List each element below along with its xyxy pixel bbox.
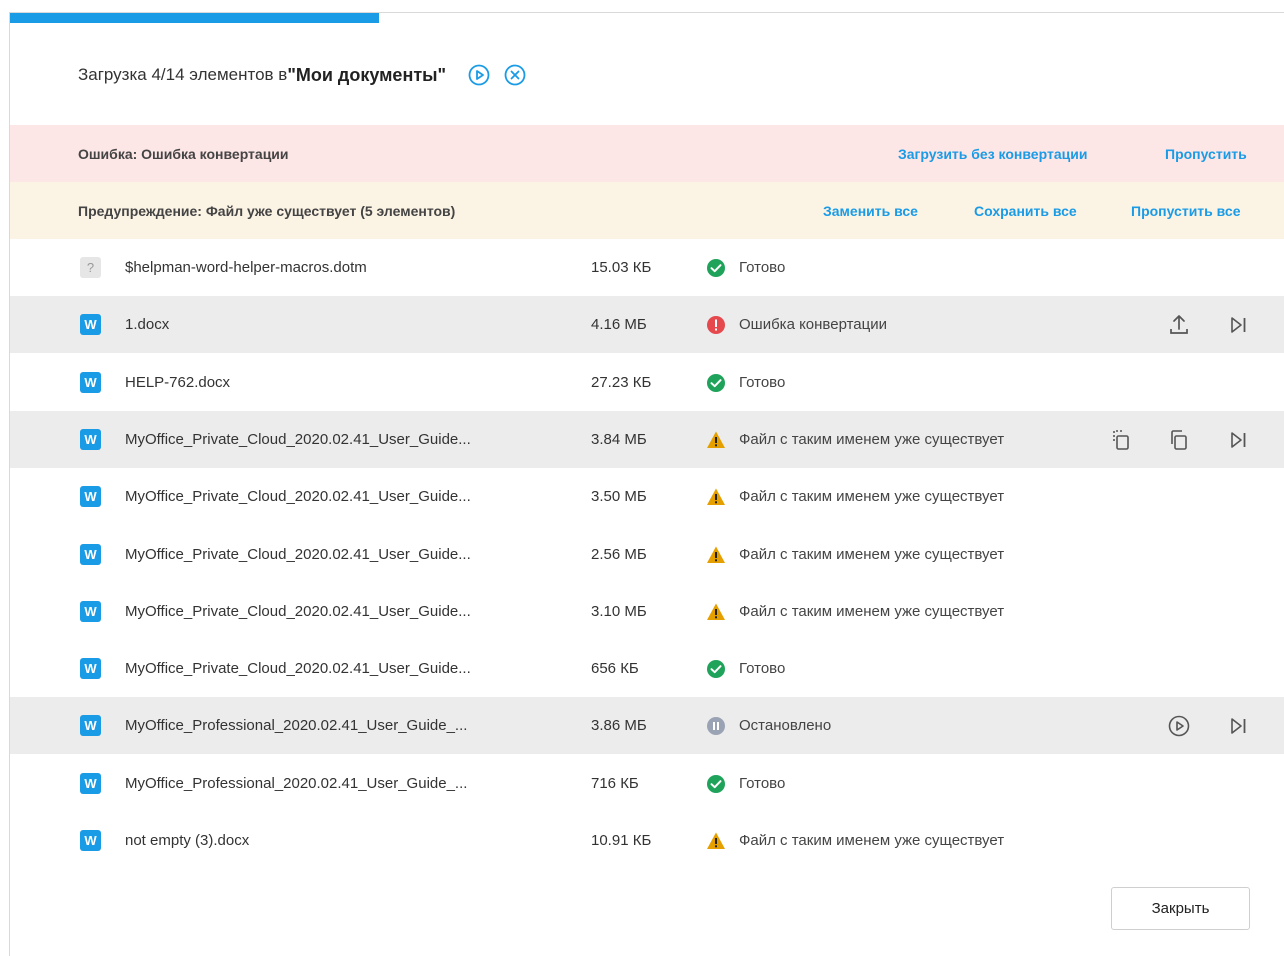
copy-icon[interactable] (1166, 427, 1192, 453)
word-document-icon: W (80, 600, 101, 622)
close-button[interactable]: Закрыть (1111, 887, 1250, 930)
word-document-icon: W (80, 486, 101, 508)
file-size: 3.10 МБ (591, 602, 647, 620)
status-warning-icon (706, 487, 726, 507)
file-row: Wnot empty (3).docx 10.91 КБ Файл с таким … (10, 812, 1284, 869)
upload-icon[interactable] (1166, 312, 1192, 338)
keep-all-link[interactable]: Сохранить все (974, 203, 1077, 219)
file-size: 2.56 МБ (591, 545, 647, 563)
file-size: 3.50 МБ (591, 488, 647, 506)
status-ok-icon (706, 258, 726, 278)
error-banner: Ошибка: Ошибка конвертации Загрузить без… (10, 125, 1284, 182)
file-size: 716 КБ (591, 774, 639, 792)
file-row: ? $helpman-word-helper-macros.dotm 15.03 К… (10, 239, 1284, 296)
skip-icon[interactable] (1225, 427, 1251, 453)
file-name: 1.docx (125, 316, 170, 334)
file-name: MyOffice_Private_Cloud_2020.02.41_User_G… (125, 545, 471, 563)
warning-banner: Предупреждение: Файл уже существует (5 э… (10, 182, 1284, 239)
status-ok-icon (706, 659, 726, 679)
file-row: W MyOffice_Professional_2020.02.41_User_G… (10, 697, 1284, 755)
play-icon[interactable] (1166, 713, 1192, 739)
replace-icon[interactable] (1108, 427, 1134, 453)
file-size: 3.84 МБ (591, 430, 647, 448)
file-size: 3.86 МБ (591, 717, 647, 735)
file-status: Готово (739, 774, 786, 792)
file-size: 27.23 КБ (591, 373, 652, 391)
word-document-icon: W (80, 428, 101, 450)
file-status: Остановлено (739, 717, 832, 735)
file-row: W MyOffice_Private_Cloud_2020.02.41_User_… (10, 526, 1284, 583)
file-row: W HELP-762.docx 27.23 КБ Готово (10, 354, 1284, 411)
status-warning-icon (706, 430, 726, 450)
file-status: Файл с таким именем уже существует (739, 488, 1005, 506)
file-name: MyOffice_Private_Cloud_2020.02.41_User_G… (125, 602, 471, 620)
file-name: MyOffice_Private_Cloud_2020.02.41_User_G… (125, 660, 471, 678)
file-status: Готово (739, 660, 786, 678)
status-error-icon (706, 315, 726, 335)
word-document-icon: W (80, 658, 101, 680)
status-paused-icon (706, 716, 726, 736)
skip-icon[interactable] (1225, 713, 1251, 739)
replace-all-link[interactable]: Заменить все (823, 203, 918, 219)
file-status: Файл с таким именем уже существует (739, 602, 1005, 620)
word-document-icon: W (80, 371, 101, 393)
file-row: W MyOffice_Private_Cloud_2020.02.41_User_… (10, 640, 1284, 697)
file-row: W 1.docx 4.16 МБ Ошибка конвертации (10, 296, 1284, 354)
resume-all-icon[interactable] (468, 64, 490, 86)
status-ok-icon (706, 774, 726, 794)
status-warning-icon (706, 545, 726, 565)
file-name: HELP-762.docx (125, 373, 231, 391)
file-name: MyOffice_Professional_2020.02.41_User_Gu… (125, 774, 468, 792)
file-status: Файл с таким именем уже существует (739, 832, 1005, 849)
header-folder-name: "Мои документы" (287, 64, 447, 85)
file-status: Ошибка конвертации (739, 316, 887, 334)
word-document-icon: W (80, 772, 101, 794)
upload-without-conversion-link[interactable]: Загрузить без конвертации (898, 146, 1087, 162)
skip-link[interactable]: Пропустить (1165, 146, 1247, 162)
file-name: MyOffice_Professional_2020.02.41_User_Gu… (125, 717, 468, 735)
file-status: Файл с таким именем уже существует (739, 545, 1005, 563)
file-size: 656 КБ (591, 660, 639, 678)
word-document-icon: W (80, 715, 101, 737)
skip-icon[interactable] (1225, 312, 1251, 338)
file-status: Файл с таким именем уже существует (739, 430, 1005, 448)
file-status: Готово (739, 259, 786, 276)
cancel-all-icon[interactable] (504, 64, 526, 86)
file-row: W MyOffice_Professional_2020.02.41_User_G… (10, 755, 1284, 812)
file-row: W MyOffice_Private_Cloud_2020.02.41_User_… (10, 468, 1284, 525)
file-size: 4.16 МБ (591, 316, 647, 334)
warning-message: Предупреждение: Файл уже существует (5 э… (78, 202, 456, 219)
file-name: $helpman-word-helper-macros.dotm (125, 259, 367, 276)
upload-progress-fill (10, 13, 380, 23)
word-document-icon: W (80, 543, 101, 565)
word-document-icon: W (80, 830, 101, 851)
error-message: Ошибка: Ошибка конвертации (78, 145, 289, 162)
file-row: W MyOffice_Private_Cloud_2020.02.41_User_… (10, 410, 1284, 468)
word-document-icon: W (80, 314, 101, 336)
file-name: MyOffice_Private_Cloud_2020.02.41_User_G… (125, 430, 471, 448)
file-name: not empty (3).docx (125, 832, 250, 849)
unknown-file-icon: ? (80, 257, 101, 278)
upload-dialog: Загрузка 4/14 элементов в "Мои документы… (9, 12, 1284, 956)
file-name: MyOffice_Private_Cloud_2020.02.41_User_G… (125, 488, 471, 506)
status-warning-icon (706, 831, 726, 851)
status-warning-icon (706, 602, 726, 622)
file-row: W MyOffice_Private_Cloud_2020.02.41_User_… (10, 583, 1284, 640)
dialog-header: Загрузка 4/14 элементов в "Мои документы… (78, 61, 526, 89)
file-size: 10.91 КБ (591, 832, 652, 849)
skip-all-link[interactable]: Пропустить все (1131, 203, 1241, 219)
status-ok-icon (706, 373, 726, 393)
file-status: Готово (739, 373, 786, 391)
file-size: 15.03 КБ (591, 259, 652, 276)
header-prefix: Загрузка 4/14 элементов в (78, 65, 288, 84)
upload-progress-bar (10, 13, 1284, 23)
